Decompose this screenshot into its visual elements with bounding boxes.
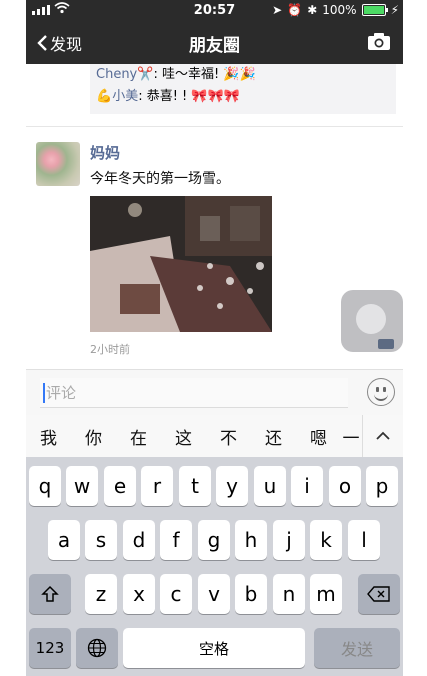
battery-percent: 100% <box>322 3 357 17</box>
suggestion-item[interactable]: 在 <box>116 424 161 449</box>
key-p[interactable]: p <box>366 466 398 506</box>
key-z[interactable]: z <box>85 574 117 614</box>
key-y[interactable]: y <box>216 466 248 506</box>
suggestion-bar: 我 你 在 这 不 还 嗯 一 <box>26 415 403 458</box>
comment-item[interactable]: 💪小美: 恭喜! ! 🎀🎀🎀 <box>96 86 396 108</box>
comment-input[interactable] <box>40 378 338 408</box>
key-w[interactable]: w <box>66 466 98 506</box>
comment-input-bar <box>26 369 403 416</box>
key-c[interactable]: c <box>160 574 192 614</box>
shift-key[interactable] <box>29 574 71 614</box>
battery-icon <box>361 4 388 16</box>
backspace-icon <box>367 586 390 602</box>
key-f[interactable]: f <box>160 520 192 560</box>
expand-suggestions-button[interactable] <box>362 415 403 457</box>
suggestion-item[interactable]: 嗯 <box>296 424 341 449</box>
suggestion-item[interactable]: 还 <box>251 424 296 449</box>
comment-author[interactable]: 小美 <box>112 89 138 104</box>
comment-item[interactable]: Cheny✂️: 哇～幸福! 🎉🎉 <box>96 64 396 86</box>
status-bar: 20:57 ➤ ⏰ ✱ 100% ⚡ <box>26 0 403 22</box>
key-d[interactable]: d <box>123 520 155 560</box>
suggestion-item[interactable]: 一 <box>341 424 361 449</box>
post-text: 今年冬天的第一场雪。 <box>90 171 230 187</box>
key-j[interactable]: j <box>273 520 305 560</box>
comment-text: : 恭喜! ! <box>138 89 192 104</box>
avatar[interactable] <box>36 142 80 186</box>
suggestion-item[interactable]: 这 <box>161 424 206 449</box>
location-icon: ➤ <box>272 3 283 17</box>
key-q[interactable]: q <box>29 466 61 506</box>
key-e[interactable]: e <box>104 466 136 506</box>
key-v[interactable]: v <box>198 574 230 614</box>
nav-bar: 发现 朋友圈 <box>26 22 403 64</box>
emoji-button[interactable] <box>367 378 395 406</box>
charging-icon: ⚡ <box>390 3 399 17</box>
comment-emoji-trail: 🎉🎉 <box>223 67 256 82</box>
smiley-icon <box>374 393 388 401</box>
key-n[interactable]: n <box>273 574 305 614</box>
key-s[interactable]: s <box>85 520 117 560</box>
globe-icon <box>87 638 107 658</box>
page-title: 朋友圈 <box>189 36 240 56</box>
globe-key[interactable] <box>76 628 118 668</box>
phone-screen: 20:57 ➤ ⏰ ✱ 100% ⚡ 发现 朋友圈 Cheny✂️: 哇～幸福!… <box>26 0 403 676</box>
floating-dot-icon <box>356 304 386 334</box>
status-right: ➤ ⏰ ✱ 100% ⚡ <box>272 3 399 17</box>
keyboard: q w e r t y u i o p a s d f g h j k l z … <box>26 457 403 676</box>
comment-text: : 哇～幸福! <box>153 67 224 82</box>
key-b[interactable]: b <box>235 574 267 614</box>
send-key[interactable]: 发送 <box>314 628 400 668</box>
comments-list: Cheny✂️: 哇～幸福! 🎉🎉 💪小美: 恭喜! ! 🎀🎀🎀 <box>90 64 396 114</box>
camera-icon <box>368 33 390 50</box>
delete-key[interactable] <box>358 574 400 614</box>
key-a[interactable]: a <box>48 520 80 560</box>
comment-emoji: 💪 <box>96 89 113 104</box>
key-k[interactable]: k <box>310 520 342 560</box>
key-t[interactable]: t <box>179 466 211 506</box>
chat-bubble-icon <box>378 339 394 349</box>
camera-button[interactable] <box>367 31 391 55</box>
suggestion-item[interactable]: 不 <box>206 424 251 449</box>
post-photo[interactable] <box>90 196 272 332</box>
comment-emoji: ✂️ <box>137 67 154 82</box>
key-o[interactable]: o <box>329 466 361 506</box>
post-time: 2小时前 <box>90 343 130 356</box>
post-divider <box>26 126 403 127</box>
key-m[interactable]: m <box>310 574 342 614</box>
comment-input-wrapper <box>40 378 348 408</box>
suggestion-item[interactable]: 我 <box>26 424 71 449</box>
top-bar: 20:57 ➤ ⏰ ✱ 100% ⚡ 发现 朋友圈 <box>26 0 403 64</box>
numbers-key[interactable]: 123 <box>29 628 71 668</box>
key-r[interactable]: r <box>141 466 173 506</box>
space-key[interactable]: 空格 <box>123 628 305 668</box>
shift-icon <box>41 585 59 602</box>
bluetooth-icon: ✱ <box>307 3 318 17</box>
post-author[interactable]: 妈妈 <box>90 142 120 163</box>
key-u[interactable]: u <box>254 466 286 506</box>
key-x[interactable]: x <box>123 574 155 614</box>
key-g[interactable]: g <box>198 520 230 560</box>
key-i[interactable]: i <box>291 466 323 506</box>
alarm-icon: ⏰ <box>287 3 303 17</box>
key-l[interactable]: l <box>348 520 380 560</box>
text-caret <box>43 383 45 403</box>
floating-window-button[interactable] <box>341 290 403 352</box>
comment-emoji-trail: 🎀🎀🎀 <box>191 89 240 104</box>
suggestion-item[interactable]: 你 <box>71 424 116 449</box>
key-h[interactable]: h <box>235 520 267 560</box>
chevron-up-icon <box>376 431 390 440</box>
comment-author[interactable]: Cheny <box>96 67 137 82</box>
